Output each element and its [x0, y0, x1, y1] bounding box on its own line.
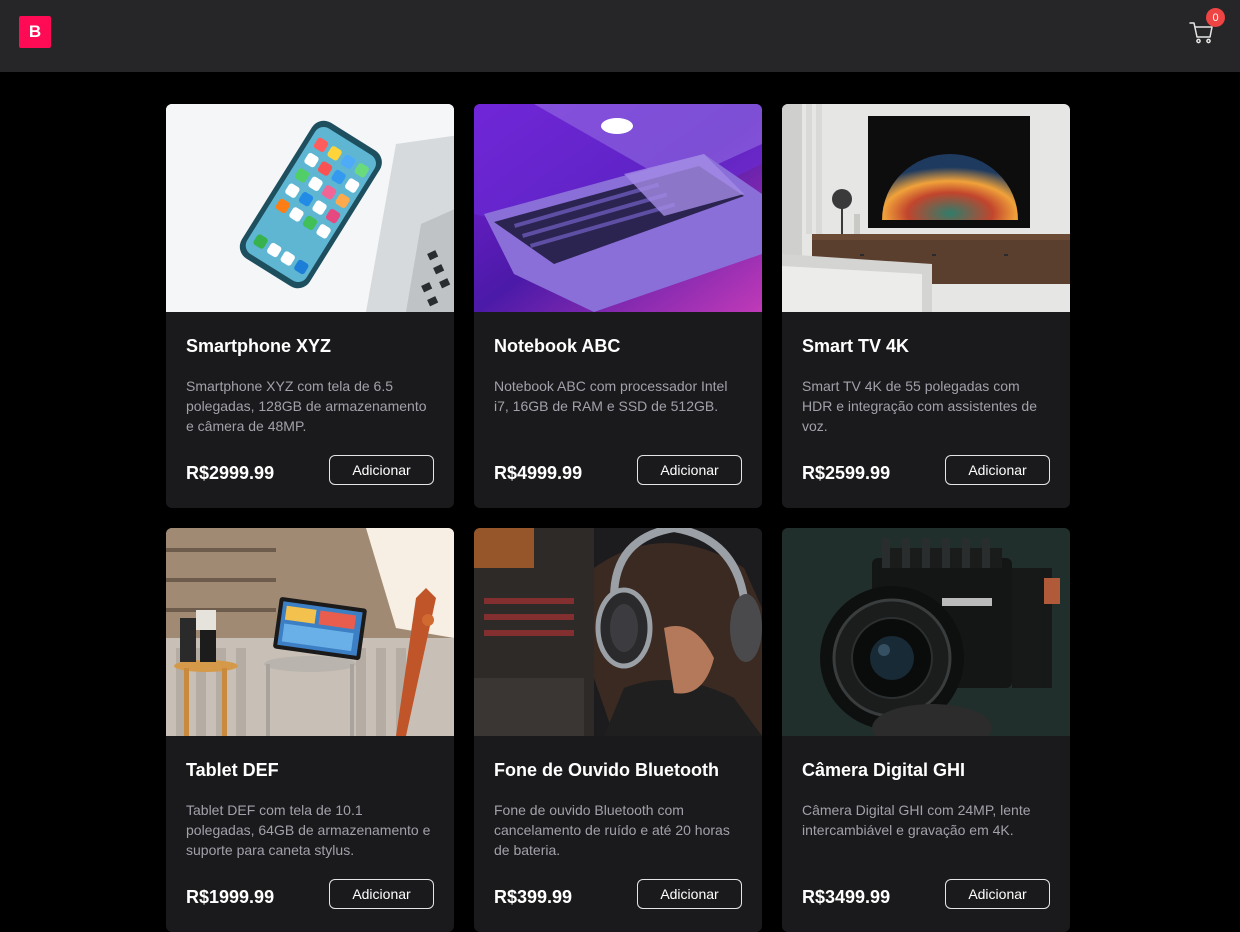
- product-image-headphones[interactable]: [474, 528, 762, 736]
- product-title: Smartphone XYZ: [186, 336, 332, 356]
- add-to-cart-button[interactable]: Adicionar: [329, 879, 434, 909]
- product-image-smart-tv[interactable]: [782, 104, 1070, 312]
- product-footer: R$2599.99 Adicionar: [802, 455, 1050, 485]
- product-title: Fone de Ouvido Bluetooth: [494, 760, 719, 780]
- add-to-cart-button[interactable]: Adicionar: [945, 879, 1050, 909]
- top-navbar: B 0: [0, 0, 1240, 72]
- product-description: Smart TV 4K de 55 polegadas com HDR e in…: [802, 378, 1037, 434]
- product-price: R$2999.99: [186, 463, 275, 483]
- product-footer: R$2999.99 Adicionar: [186, 455, 434, 485]
- product-footer: R$3499.99 Adicionar: [802, 879, 1050, 909]
- product-price: R$1999.99: [186, 887, 275, 907]
- camera-photo-icon: [782, 528, 1070, 736]
- product-price: R$4999.99: [494, 463, 583, 483]
- product-price: R$399.99: [494, 887, 573, 907]
- product-description: Notebook ABC com processador Intel i7, 1…: [494, 378, 728, 414]
- product-title: Notebook ABC: [494, 336, 621, 356]
- product-footer: R$399.99 Adicionar: [494, 879, 742, 909]
- cart-count-badge: 0: [1206, 8, 1225, 27]
- product-title: Câmera Digital GHI: [802, 760, 966, 780]
- product-image-tablet[interactable]: [166, 528, 454, 736]
- product-description: Câmera Digital GHI com 24MP, lente inter…: [802, 802, 1031, 838]
- product-image-smartphone[interactable]: [166, 104, 454, 312]
- product-title: Smart TV 4K: [802, 336, 910, 356]
- logo[interactable]: B: [19, 16, 51, 48]
- product-footer: R$4999.99 Adicionar: [494, 455, 742, 485]
- smartphone-photo-icon: [166, 104, 454, 312]
- product-card: Fone de Ouvido Bluetooth Fone de ouvido …: [474, 528, 762, 932]
- tv-photo-icon: [782, 104, 1070, 312]
- product-card: Tablet DEF Tablet DEF com tela de 10.1 p…: [166, 528, 454, 932]
- product-description: Tablet DEF com tela de 10.1 polegadas, 6…: [186, 802, 431, 858]
- product-description: Fone de ouvido Bluetooth com cancelament…: [494, 802, 730, 858]
- add-to-cart-button[interactable]: Adicionar: [637, 879, 742, 909]
- product-title: Tablet DEF: [186, 760, 279, 780]
- product-image-camera[interactable]: [782, 528, 1070, 736]
- product-description: Smartphone XYZ com tela de 6.5 polegadas…: [186, 378, 427, 434]
- product-image-notebook[interactable]: [474, 104, 762, 312]
- add-to-cart-button[interactable]: Adicionar: [637, 455, 742, 485]
- product-price: R$3499.99: [802, 887, 891, 907]
- product-card: Câmera Digital GHI Câmera Digital GHI co…: [782, 528, 1070, 932]
- laptop-photo-icon: [474, 104, 762, 312]
- headphones-photo-icon: [474, 528, 762, 736]
- product-grid: Smartphone XYZ Smartphone XYZ com tela d…: [166, 104, 1070, 932]
- product-price: R$2599.99: [802, 463, 891, 483]
- add-to-cart-button[interactable]: Adicionar: [329, 455, 434, 485]
- product-card: Smartphone XYZ Smartphone XYZ com tela d…: [166, 104, 454, 508]
- product-footer: R$1999.99 Adicionar: [186, 879, 434, 909]
- product-card: Smart TV 4K Smart TV 4K de 55 polegadas …: [782, 104, 1070, 508]
- add-to-cart-button[interactable]: Adicionar: [945, 455, 1050, 485]
- product-card: Notebook ABC Notebook ABC com processado…: [474, 104, 762, 508]
- tablet-photo-icon: [166, 528, 454, 736]
